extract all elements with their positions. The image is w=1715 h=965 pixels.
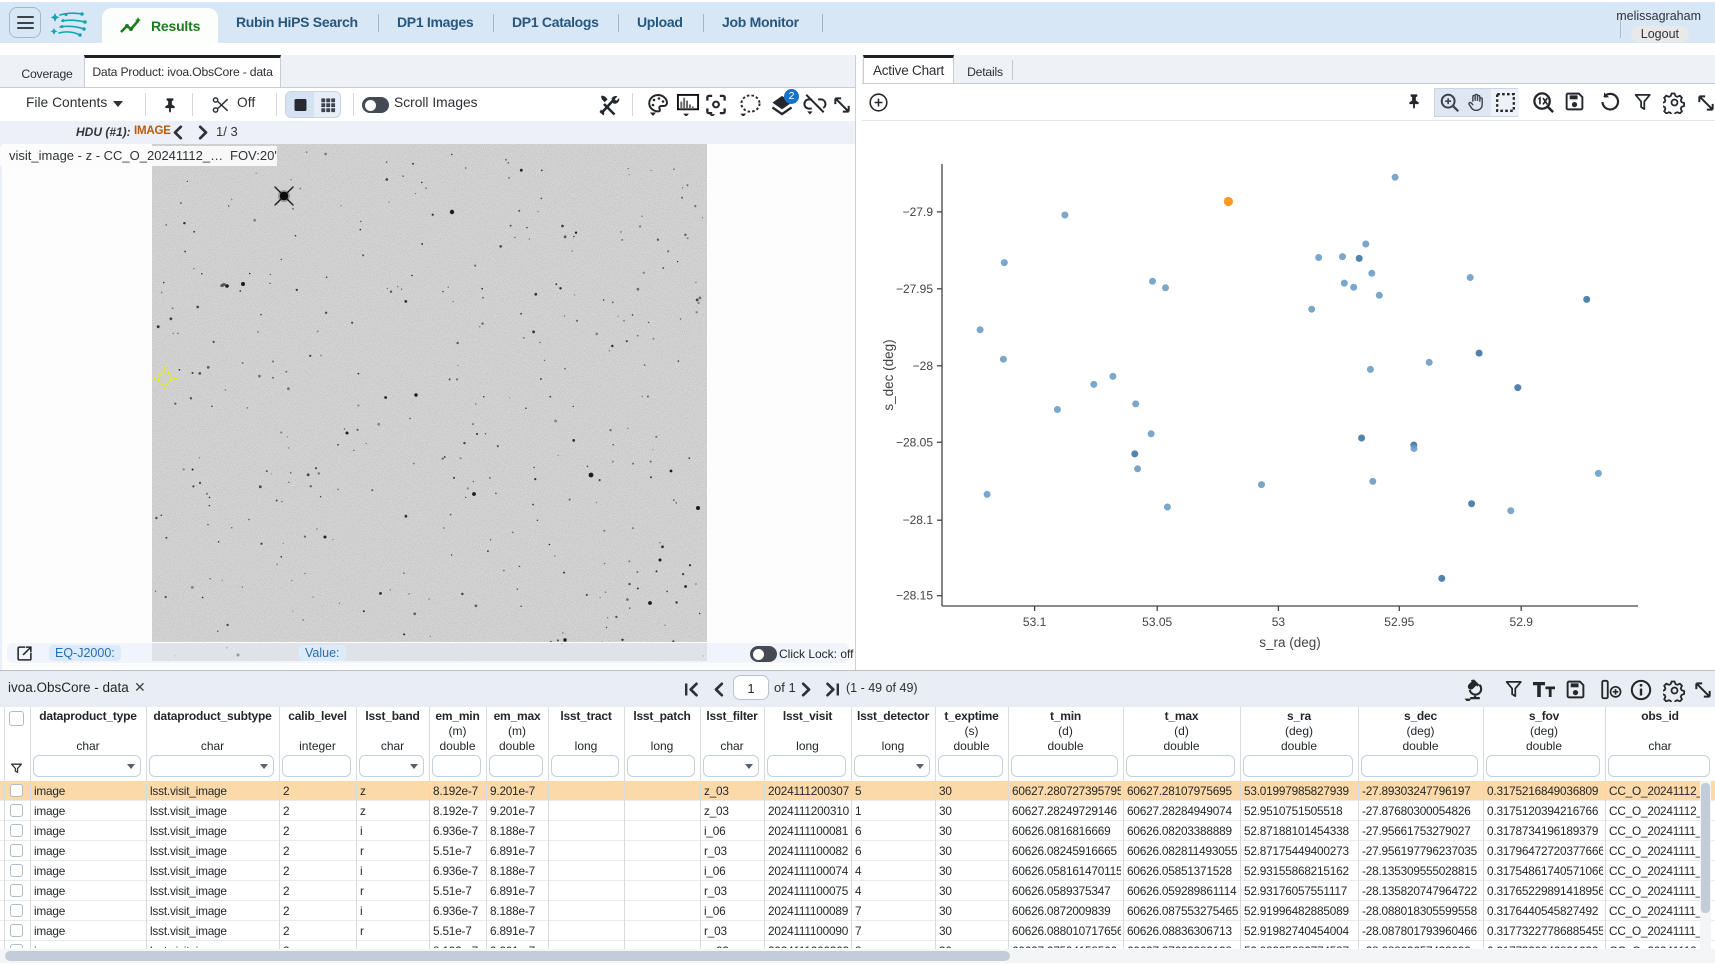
svg-text:−28.1: −28.1 — [903, 513, 934, 527]
svg-text:53.1: 53.1 — [1023, 615, 1047, 629]
svg-text:52.9: 52.9 — [1510, 615, 1534, 629]
svg-text:52.95: 52.95 — [1384, 615, 1414, 629]
svg-text:−28.05: −28.05 — [896, 435, 933, 449]
svg-text:53: 53 — [1272, 615, 1286, 629]
svg-text:−27.95: −27.95 — [896, 282, 933, 296]
svg-text:s_ra (deg): s_ra (deg) — [1259, 635, 1321, 650]
svg-text:53.05: 53.05 — [1142, 615, 1172, 629]
svg-text:−27.9: −27.9 — [903, 205, 934, 219]
svg-text:−28: −28 — [913, 359, 934, 373]
svg-text:s_dec (deg): s_dec (deg) — [881, 339, 896, 410]
svg-text:−28.15: −28.15 — [896, 589, 933, 603]
